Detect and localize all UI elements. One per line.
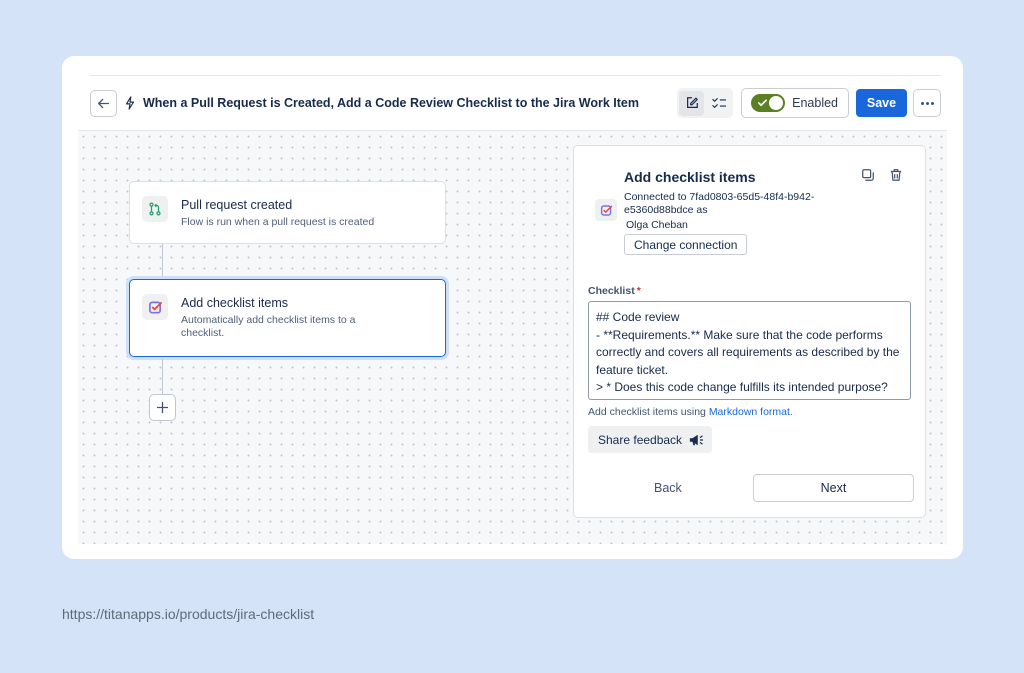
back-button[interactable] xyxy=(90,89,117,117)
connector-line xyxy=(162,244,163,279)
connector-line xyxy=(162,359,163,394)
lightning-icon xyxy=(124,96,138,110)
panel-next-button[interactable]: Next xyxy=(753,474,914,502)
checklist-hint: Add checklist items using Markdown forma… xyxy=(588,406,793,418)
connection-text: Connected to 7fad0803-65d5-48f4-b942-e53… xyxy=(624,191,815,216)
source-url: https://titanapps.io/products/jira-check… xyxy=(62,606,315,622)
toggle-switch[interactable] xyxy=(751,94,786,112)
enabled-label: Enabled xyxy=(792,96,838,110)
top-divider xyxy=(90,75,941,76)
action-node[interactable]: Add checklist items Automatically add ch… xyxy=(129,279,446,357)
check-icon xyxy=(758,99,768,107)
hint-text: Add checklist items using xyxy=(588,406,709,418)
arrow-left-icon xyxy=(97,98,110,108)
add-step-button[interactable] xyxy=(149,394,176,421)
checklist-icon xyxy=(711,98,726,108)
enabled-toggle[interactable]: Enabled xyxy=(741,88,849,118)
megaphone-icon xyxy=(688,433,704,447)
change-connection-button[interactable]: Change connection xyxy=(624,234,748,255)
feedback-label: Share feedback xyxy=(598,432,683,447)
trash-icon[interactable] xyxy=(889,168,903,182)
more-options-button[interactable] xyxy=(913,89,941,117)
checklist-textarea[interactable]: ## Code review - **Requirements.** Make … xyxy=(588,301,911,400)
save-button[interactable]: Save xyxy=(856,89,907,117)
view-toggle xyxy=(677,88,734,118)
connection-user: Olga Cheban xyxy=(626,219,688,231)
action-subtitle: Automatically add checklist items to a c… xyxy=(181,314,356,339)
checklist-label-text: Checklist xyxy=(588,285,635,297)
edit-icon xyxy=(686,97,698,108)
app-window: When a Pull Request is Created, Add a Co… xyxy=(62,56,963,559)
trigger-title: Pull request created xyxy=(181,198,293,212)
markdown-format-link[interactable]: Markdown format. xyxy=(709,406,793,418)
checklist-app-icon xyxy=(142,294,168,320)
dot xyxy=(925,101,929,105)
dot xyxy=(920,101,924,105)
flow-title: When a Pull Request is Created, Add a Co… xyxy=(143,96,639,110)
edit-view-button[interactable] xyxy=(679,90,705,116)
trigger-node[interactable]: Pull request created Flow is run when a … xyxy=(129,181,446,244)
share-feedback-button[interactable]: Share feedback xyxy=(588,426,713,453)
flow-canvas[interactable]: Pull request created Flow is run when a … xyxy=(78,130,947,544)
panel-title: Add checklist items xyxy=(624,169,756,185)
required-mark: * xyxy=(636,285,641,297)
step-config-panel: Add checklist items Connected to 7fad080… xyxy=(573,145,926,518)
pull-request-icon xyxy=(142,196,168,222)
checklist-field-label: Checklist * xyxy=(588,285,641,297)
flow-header: When a Pull Request is Created, Add a Co… xyxy=(90,84,941,122)
duplicate-icon[interactable] xyxy=(861,168,875,182)
action-title: Add checklist items xyxy=(181,296,288,310)
trigger-subtitle: Flow is run when a pull request is creat… xyxy=(181,216,375,228)
toggle-knob xyxy=(769,96,784,110)
checklist-view-button[interactable] xyxy=(706,91,731,116)
checklist-app-icon xyxy=(595,199,617,221)
panel-back-button[interactable]: Back xyxy=(654,481,682,495)
dot xyxy=(930,101,934,105)
plus-icon xyxy=(156,401,169,414)
